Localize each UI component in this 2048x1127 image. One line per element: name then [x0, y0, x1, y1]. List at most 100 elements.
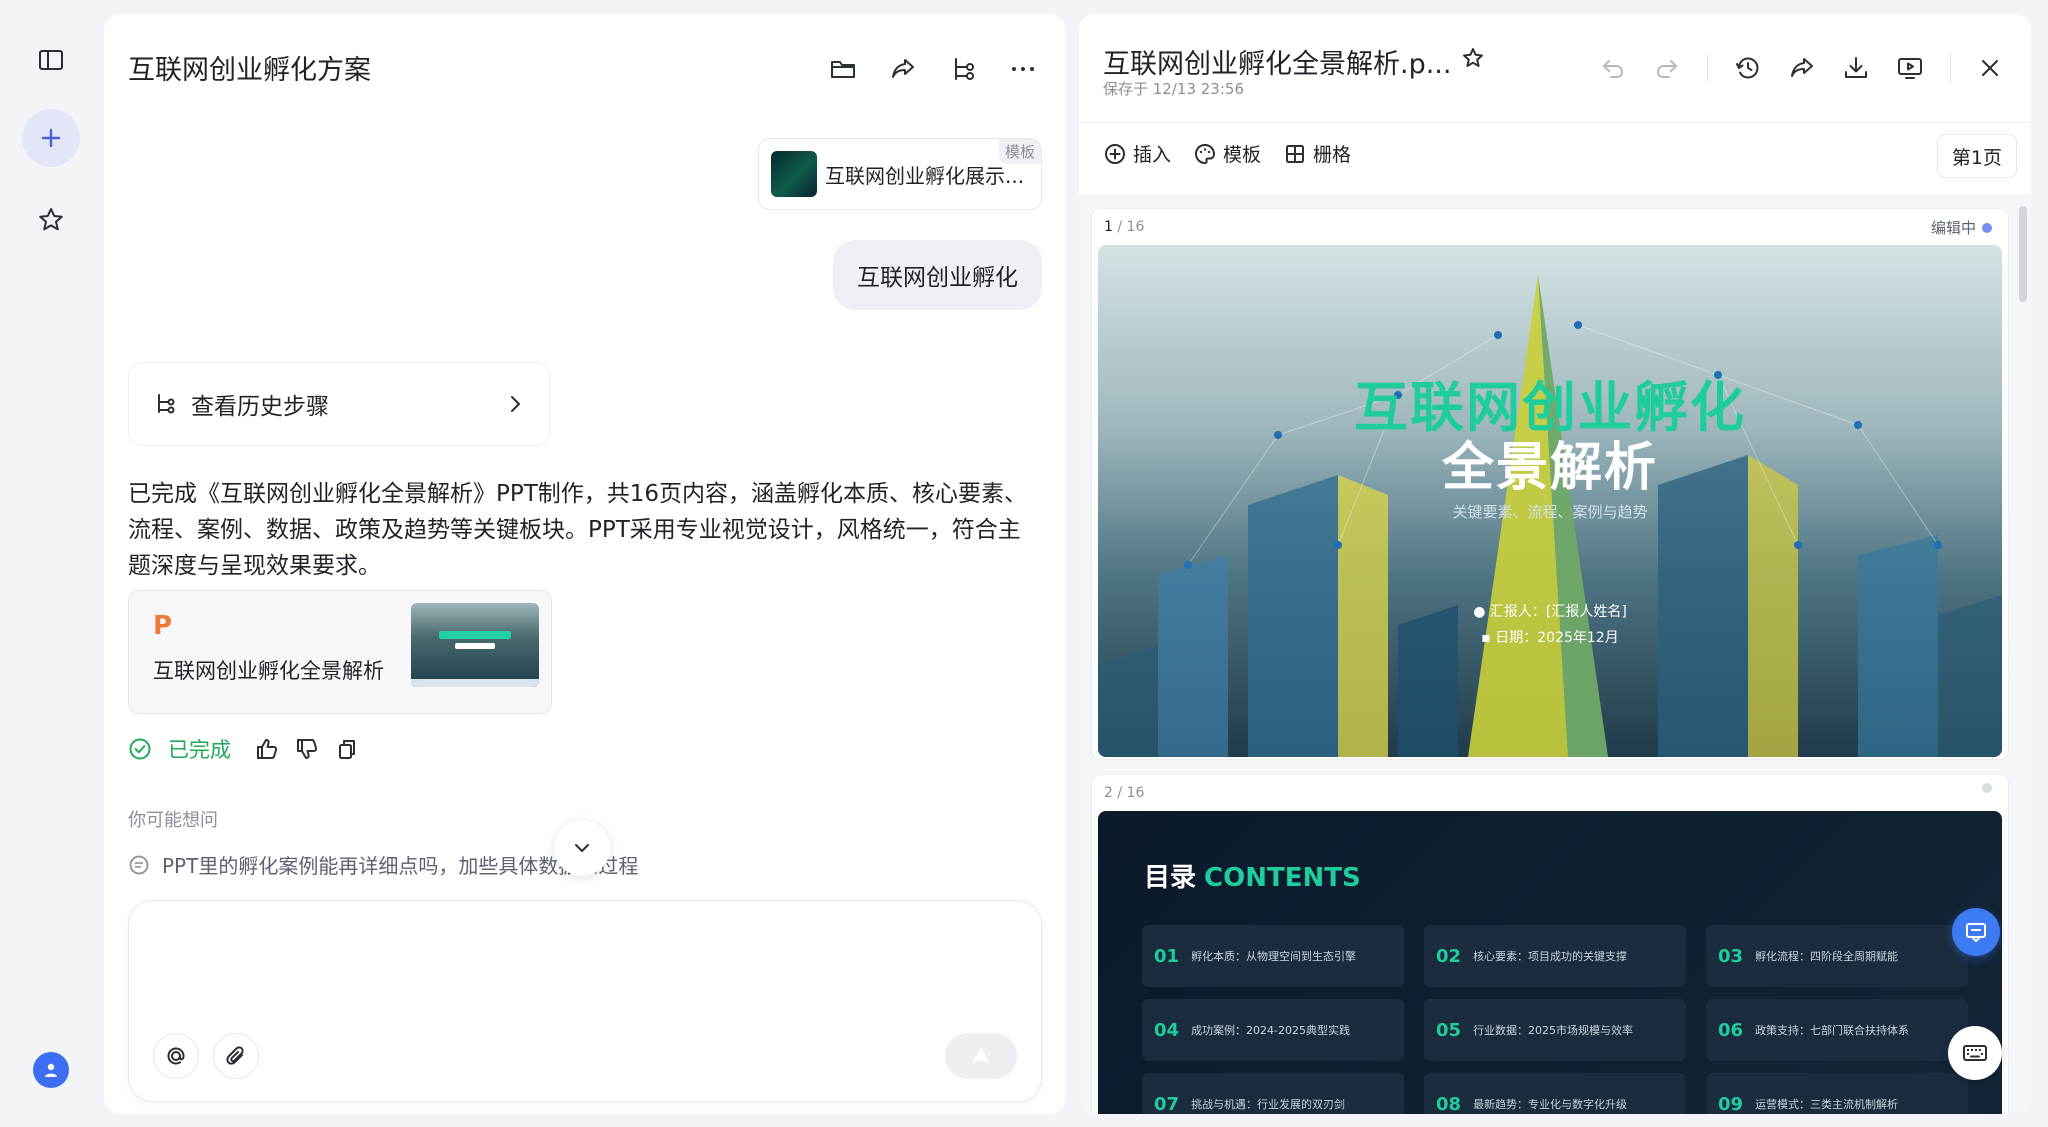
- toc-item-number: 01: [1154, 945, 1180, 967]
- toc-item-text: 最新趋势：专业化与数字化升级: [1473, 1098, 1628, 1111]
- editing-status: 编辑中: [1931, 217, 1992, 238]
- share-icon: [1791, 58, 1813, 77]
- chat-panel: 互联网创业孵化方案 互联网创业孵化展示... 模板 互联网创业孵化 查看历史步骤…: [104, 14, 1066, 1114]
- thumbs-down-button[interactable]: [295, 737, 319, 761]
- preview-toolbar: [1599, 54, 2003, 82]
- more-button[interactable]: [1008, 54, 1038, 84]
- toc-item-text: 孵化流程：四阶段全周期赋能: [1755, 950, 1899, 963]
- status-dot: [1982, 783, 1992, 793]
- copy-icon: [339, 740, 355, 759]
- slide-card-2[interactable]: 2 / 16 目录 CONTENTS 01 孵化本质：从物理空间到生态引擎 02 核心要…: [1091, 774, 2009, 1114]
- slide-1-date: ▪ 日期：2025年12月: [1481, 630, 1619, 646]
- favorites-button[interactable]: [22, 191, 80, 249]
- grid-icon: [1286, 144, 1305, 163]
- page-indicator[interactable]: 第1页: [1936, 134, 2017, 178]
- send-icon: [972, 1047, 990, 1064]
- toc-item-text: 成功案例：2024-2025典型实践: [1191, 1024, 1351, 1037]
- toc-item: 09 运营模式：三类主流机制解析: [1706, 1073, 1968, 1114]
- user-message: 互联网创业孵化: [833, 240, 1042, 310]
- history-steps-button[interactable]: 查看历史步骤: [128, 362, 550, 446]
- ppt-file-card[interactable]: P 互联网创业孵化全景解析: [128, 590, 552, 714]
- scroll-down-button[interactable]: [554, 820, 610, 876]
- sidebar-toggle-button[interactable]: [22, 31, 80, 89]
- share-button[interactable]: [888, 54, 918, 84]
- folder-button[interactable]: [828, 54, 858, 84]
- message-input[interactable]: [153, 921, 1013, 1001]
- toc-item-number: 02: [1436, 945, 1462, 967]
- undo-button[interactable]: [1599, 54, 1627, 82]
- presentation-icon: [1898, 58, 1922, 79]
- toc-item-number: 08: [1436, 1093, 1462, 1115]
- document-title: 互联网创业孵化全景解析.p...: [1103, 49, 1452, 80]
- assistant-reply: 已完成《互联网创业孵化全景解析》PPT制作，共16页内容，涵盖孵化本质、核心要素…: [128, 481, 1028, 579]
- keyboard-shortcuts-button[interactable]: [1948, 1026, 2002, 1080]
- toc-item: 08 最新趋势：专业化与数字化升级: [1424, 1073, 1686, 1114]
- slide-2-title: 目录 CONTENTS: [1144, 863, 1361, 893]
- ppt-file-icon: P: [153, 611, 173, 641]
- template-thumbnail: [771, 151, 817, 197]
- close-icon: [1982, 60, 1998, 76]
- present-button[interactable]: [1896, 54, 1924, 82]
- toc-item: 01 孵化本质：从物理空间到生态引擎: [1142, 925, 1404, 987]
- branch-button[interactable]: [948, 54, 978, 84]
- copy-button[interactable]: [335, 737, 359, 761]
- download-icon: [1845, 57, 1867, 78]
- avatar[interactable]: [33, 1052, 69, 1088]
- toc-item-text: 政策支持：七部门联合扶持体系: [1755, 1024, 1910, 1037]
- paperclip-icon: [226, 1046, 244, 1065]
- calendar-icon: ▪: [1481, 630, 1491, 646]
- toc-item: 07 挑战与机遇：行业发展的双刃剑: [1142, 1073, 1404, 1114]
- toc-item-text: 挑战与机遇：行业发展的双刃剑: [1191, 1098, 1346, 1111]
- chat-toolbar: [828, 54, 1038, 84]
- thumbs-down-icon: [297, 739, 318, 759]
- plus-circle-icon: [1105, 143, 1125, 164]
- toc-item-text: 孵化本质：从物理空间到生态引擎: [1191, 950, 1357, 963]
- share-icon: [892, 59, 914, 78]
- new-chat-button[interactable]: [22, 109, 80, 167]
- grid-label: 栅格: [1313, 144, 1352, 166]
- download-button[interactable]: [1842, 54, 1870, 82]
- slides-scroll-area[interactable]: 1 / 16 编辑中 互联网创业孵化 全景解析 关键要素、流程、案例与趋势 ● …: [1079, 194, 2031, 1114]
- mention-button[interactable]: [153, 1033, 199, 1079]
- message-composer: [128, 900, 1042, 1102]
- toc-item: 02 核心要素：项目成功的关键支撑: [1424, 925, 1686, 987]
- star-icon: [39, 208, 63, 231]
- toc-item: 06 政策支持：七部门联合扶持体系: [1706, 999, 1968, 1061]
- star-icon: [1463, 48, 1483, 67]
- template-card[interactable]: 互联网创业孵化展示... 模板: [758, 138, 1042, 210]
- toc-item-text: 核心要素：项目成功的关键支撑: [1473, 950, 1628, 963]
- save-status: 保存于 12/13 23:56: [1103, 80, 1244, 98]
- favorite-document-button[interactable]: [1461, 46, 1485, 70]
- toolbar-divider: [1707, 54, 1708, 82]
- redo-icon: [1656, 60, 1677, 78]
- toc-item: 04 成功案例：2024-2025典型实践: [1142, 999, 1404, 1061]
- preview-scrollbar[interactable]: [2019, 206, 2027, 302]
- share-document-button[interactable]: [1788, 54, 1816, 82]
- redo-button[interactable]: [1653, 54, 1681, 82]
- history-steps-label: 查看历史步骤: [191, 394, 329, 420]
- slide-card-1[interactable]: 1 / 16 编辑中 互联网创业孵化 全景解析 关键要素、流程、案例与趋势 ● …: [1091, 208, 2009, 760]
- branch-icon: [955, 58, 974, 80]
- history-button[interactable]: [1734, 54, 1762, 82]
- user-icon: [45, 1063, 57, 1077]
- template-name: 互联网创业孵化展示...: [825, 163, 1025, 188]
- template-button[interactable]: 模板: [1193, 140, 1261, 167]
- chat-bubble-icon: [129, 855, 149, 874]
- at-icon: [167, 1047, 185, 1065]
- ppt-file-name: 互联网创业孵化全景解析: [153, 659, 384, 683]
- grid-button[interactable]: 栅格: [1283, 140, 1351, 167]
- feedback-chat-button[interactable]: [1952, 908, 2000, 956]
- send-button[interactable]: [945, 1033, 1017, 1079]
- thumbs-up-button[interactable]: [255, 737, 279, 761]
- palette-icon: [1195, 143, 1216, 164]
- toc-item-number: 07: [1154, 1093, 1180, 1115]
- check-circle-icon: [129, 738, 151, 760]
- editing-dot: [1982, 222, 1992, 233]
- preview-panel: 互联网创业孵化全景解析.p... 保存于 12/13 23:56 插入 模板 栅…: [1079, 14, 2031, 1114]
- ppt-thumbnail: [411, 603, 539, 687]
- status-text: 已完成: [168, 738, 231, 762]
- toc-item: 05 行业数据：2025市场规模与效率: [1424, 999, 1686, 1061]
- close-button[interactable]: [1977, 55, 2003, 81]
- insert-button[interactable]: 插入: [1103, 140, 1171, 167]
- attach-button[interactable]: [213, 1033, 259, 1079]
